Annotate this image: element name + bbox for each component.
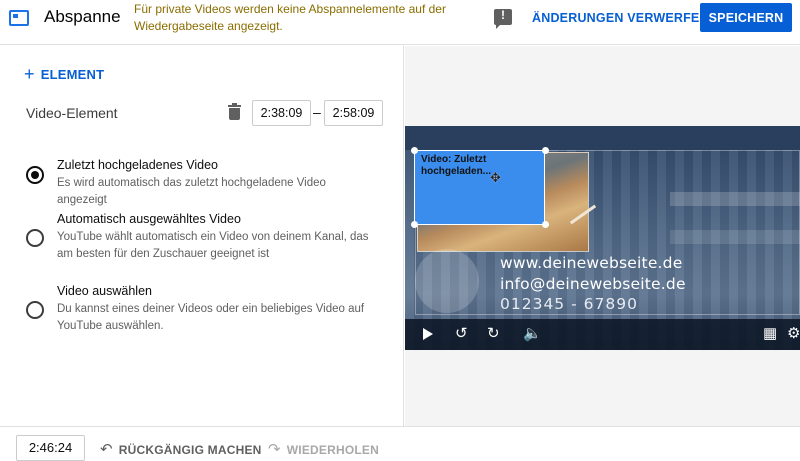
undo-button[interactable]: ↶ RÜCKGÄNGIG MACHEN <box>100 440 262 458</box>
feedback-icon[interactable] <box>494 8 512 29</box>
option-title: Video auswählen <box>57 284 152 298</box>
option-description: Du kannst eines deiner Videos oder ein b… <box>57 303 365 332</box>
preview-panel: www.deinewebseite.de info@deinewebseite.… <box>405 46 800 426</box>
start-time-input[interactable]: 2:38:09 <box>252 100 311 126</box>
redo-label: WIEDERHOLEN <box>286 443 379 457</box>
play-icon[interactable] <box>423 328 433 340</box>
option-description: Es wird automatisch das zuletzt hochgela… <box>57 177 326 206</box>
radio-auto-selected[interactable] <box>26 229 44 247</box>
plus-icon: + <box>24 64 35 84</box>
footer-bar: 2:46:24 ↶ RÜCKGÄNGIG MACHEN ↷ WIEDERHOLEN <box>0 426 800 461</box>
save-button[interactable]: SPEICHERN <box>700 3 792 32</box>
discard-changes-button[interactable]: ÄNDERUNGEN VERWERFEN <box>526 4 715 32</box>
undo-label: RÜCKGÄNGIG MACHEN <box>118 443 262 457</box>
resize-handle[interactable] <box>542 147 549 154</box>
add-element-label: ELEMENT <box>40 67 105 82</box>
forward-10-icon[interactable]: ↻ <box>487 324 500 342</box>
website-text: www.deinewebseite.de <box>500 254 683 272</box>
email-text: info@deinewebseite.de <box>500 275 686 293</box>
grid-icon[interactable]: ▦ <box>763 324 777 342</box>
resize-handle[interactable] <box>411 221 418 228</box>
delete-icon[interactable] <box>228 103 241 120</box>
end-time-input[interactable]: 2:58:09 <box>324 100 383 126</box>
element-label: Video-Element <box>26 105 118 121</box>
time-separator: – <box>313 104 321 120</box>
page-title: Abspanne <box>44 7 121 26</box>
video-element-label: Video: Zuletzt hochgeladen... <box>421 154 492 177</box>
radio-choose-video[interactable] <box>26 301 44 319</box>
editor-panel: + ELEMENT Video-Element 2:38:09 – 2:58:09… <box>0 46 404 426</box>
end-screen-icon <box>9 10 29 26</box>
subscribe-placeholder <box>415 249 479 313</box>
redo-button[interactable]: ↷ WIEDERHOLEN <box>268 440 379 458</box>
option-title: Automatisch ausgewähltes Video <box>57 212 241 226</box>
current-time-input[interactable]: 2:46:24 <box>16 435 85 461</box>
move-cursor-icon: ✥ <box>490 170 501 185</box>
resize-handle[interactable] <box>542 221 549 228</box>
resize-handle[interactable] <box>411 147 418 154</box>
option-description: YouTube wählt automatisch ein Video von … <box>57 231 369 260</box>
option-title: Zuletzt hochgeladenes Video <box>57 158 218 172</box>
private-video-warning: Für private Videos werden keine Abspanne… <box>134 2 446 33</box>
video-preview[interactable]: www.deinewebseite.de info@deinewebseite.… <box>405 126 800 350</box>
phone-text: 012345 - 67890 <box>500 295 638 313</box>
video-element-box[interactable]: Video: Zuletzt hochgeladen... ✥ <box>411 147 549 228</box>
player-controls: ↺ ↻ 🔈 ▦ ⚙ <box>405 319 800 350</box>
gear-icon[interactable]: ⚙ <box>787 324 800 342</box>
volume-icon[interactable]: 🔈 <box>523 324 542 342</box>
add-element-button[interactable]: + ELEMENT <box>24 63 104 84</box>
header-bar: Abspanne Für private Videos werden keine… <box>0 0 800 45</box>
radio-latest-upload[interactable] <box>26 166 44 184</box>
rewind-10-icon[interactable]: ↺ <box>455 324 468 342</box>
